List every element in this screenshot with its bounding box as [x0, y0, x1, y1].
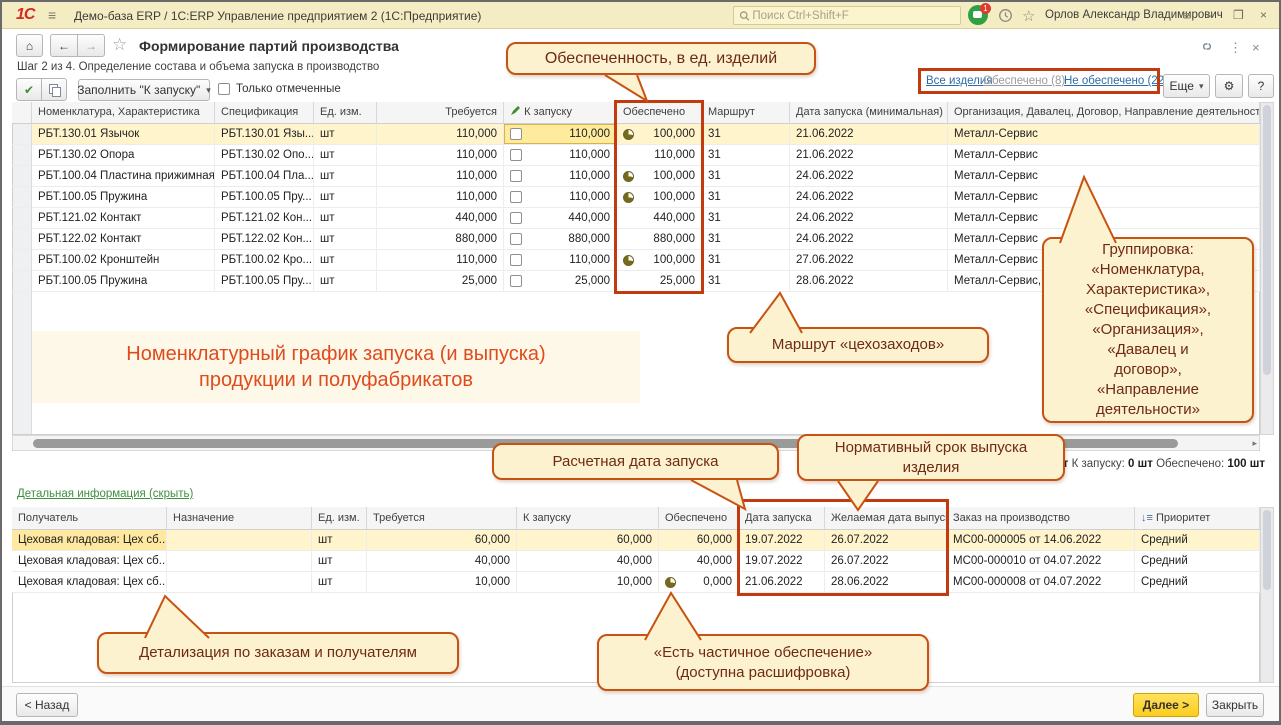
- back-button[interactable]: ←: [50, 34, 78, 57]
- more-button-label: Еще: [1170, 79, 1194, 93]
- launch-checkbox[interactable]: [510, 254, 522, 266]
- check-all-icon: ✔: [24, 83, 34, 97]
- detail-row[interactable]: Цеховая кладовая: Цех сб... шт 10,000 10…: [12, 572, 1260, 593]
- fill-launch-button[interactable]: Заполнить "К запуску" ▾: [78, 79, 210, 101]
- detail-row[interactable]: Цеховая кладовая: Цех сб... шт 60,000 60…: [12, 530, 1260, 551]
- more-button[interactable]: Еще ▾: [1163, 74, 1210, 98]
- 1c-logo-icon: 1С: [16, 6, 34, 24]
- wizard-step-label: Шаг 2 из 4. Определение состава и объема…: [17, 61, 379, 73]
- fill-launch-label: Заполнить "К запуску": [77, 83, 200, 97]
- dropdown-arrow-icon: ▾: [206, 85, 211, 96]
- get-link-icon[interactable]: [1200, 40, 1214, 54]
- launch-checkbox[interactable]: [510, 233, 522, 245]
- favorite-toggle-icon[interactable]: ☆: [112, 35, 127, 55]
- gear-icon: ⚙: [1224, 79, 1235, 93]
- more-actions-kebab-icon[interactable]: ⋮: [1229, 40, 1242, 56]
- page-title: Формирование партий производства: [139, 38, 399, 54]
- application-window: 1С ≡ Демо-база ERP / 1С:ERP Управление п…: [0, 0, 1281, 725]
- vertical-scrollbar-thumb[interactable]: [1263, 105, 1271, 375]
- detail-scrollbar-thumb[interactable]: [1263, 510, 1271, 590]
- col-required[interactable]: Требуется: [367, 507, 517, 530]
- sort-descending-icon: ↓≡: [1141, 512, 1153, 524]
- home-icon: ⌂: [26, 39, 33, 53]
- search-icon: [739, 10, 750, 22]
- callout-provision: Обеспеченность, в ед. изделий: [506, 42, 816, 75]
- check-all-button[interactable]: ✔: [16, 78, 42, 101]
- callout-detail-note: Детализация по заказам и получателям: [97, 632, 459, 674]
- launch-checkbox[interactable]: [510, 128, 522, 140]
- notification-badge: 1: [980, 3, 991, 14]
- annotation-box-provided-column: [614, 100, 704, 294]
- detail-row[interactable]: Цеховая кладовая: Цех сб... шт 40,000 40…: [12, 551, 1260, 572]
- home-button[interactable]: ⌂: [16, 34, 43, 57]
- help-label: ?: [1258, 79, 1265, 93]
- back-step-button[interactable]: < Назад: [16, 693, 78, 717]
- history-icon[interactable]: [998, 8, 1013, 23]
- back-arrow-icon: ←: [58, 39, 70, 53]
- annotation-box-filters: [918, 68, 1160, 94]
- forward-button[interactable]: →: [77, 34, 105, 57]
- settings-button[interactable]: ⚙: [1215, 74, 1243, 98]
- favorites-star-icon[interactable]: ☆: [1022, 7, 1035, 25]
- copy-icon: [49, 84, 59, 95]
- col-launch-date[interactable]: Дата запуска (минимальная): [790, 102, 948, 124]
- global-search[interactable]: [733, 6, 961, 25]
- callout-grouping: Группировка: «Номенклатура, Характеристи…: [1042, 237, 1254, 423]
- col-launch[interactable]: К запуску: [517, 507, 659, 530]
- col-purpose[interactable]: Назначение: [167, 507, 312, 530]
- launch-checkbox[interactable]: [510, 275, 522, 287]
- current-user[interactable]: Орлов Александр Владимирович: [1045, 9, 1223, 21]
- col-receiver[interactable]: Получатель: [12, 507, 167, 530]
- callout-launch-date: Расчетная дата запуска: [492, 443, 779, 480]
- help-button[interactable]: ?: [1248, 74, 1274, 98]
- callout-partial-provision: «Есть частичное обеспечение» (доступна р…: [597, 634, 929, 691]
- next-step-button[interactable]: Далее >: [1133, 693, 1199, 717]
- close-button[interactable]: Закрыть: [1206, 693, 1264, 717]
- forward-arrow-icon: →: [85, 39, 97, 53]
- col-required[interactable]: Требуется: [377, 102, 504, 124]
- callout-route: Маршрут «цехозаходов»: [727, 327, 989, 363]
- title-bar: 1С ≡ Демо-база ERP / 1С:ERP Управление п…: [2, 2, 1279, 29]
- partial-provision-icon[interactable]: [665, 577, 676, 588]
- detail-info-toggle-link[interactable]: Детальная информация (скрыть): [17, 488, 193, 500]
- annotation-box-dates-columns: [737, 499, 949, 596]
- col-priority[interactable]: ↓≡ Приоритет: [1135, 507, 1260, 530]
- detail-table: Получатель Назначение Ед. изм. Требуется…: [12, 507, 1260, 593]
- only-marked-checkbox[interactable]: [218, 83, 230, 95]
- launch-checkbox[interactable]: [510, 170, 522, 182]
- col-spec[interactable]: Спецификация: [215, 102, 314, 124]
- main-menu-icon[interactable]: ≡: [48, 7, 56, 23]
- detail-vertical-scrollbar[interactable]: [1260, 507, 1274, 683]
- col-unit[interactable]: Ед. изм.: [314, 102, 377, 124]
- maximize-icon[interactable]: ❒: [1233, 8, 1244, 22]
- col-org[interactable]: Организация, Давалец, Договор, Направлен…: [948, 102, 1260, 124]
- launch-checkbox[interactable]: [510, 191, 522, 203]
- wizard-footer: < Назад Далее > Закрыть: [2, 686, 1279, 721]
- scroll-right-arrow-icon[interactable]: ▸: [1252, 438, 1257, 449]
- minimize-icon[interactable]: –: [1207, 8, 1214, 22]
- dropdown-arrow-icon: ▾: [1199, 81, 1204, 92]
- only-marked-label: Только отмеченные: [236, 83, 341, 95]
- service-menu-icon[interactable]: ≡: [1183, 8, 1191, 23]
- col-order[interactable]: Заказ на производство: [947, 507, 1135, 530]
- launch-checkbox[interactable]: [510, 212, 522, 224]
- form-close-icon[interactable]: ×: [1252, 40, 1260, 55]
- col-unit[interactable]: Ед. изм.: [312, 507, 367, 530]
- col-nomenclature[interactable]: Номенклатура, Характеристика: [32, 102, 215, 124]
- window-close-icon[interactable]: ×: [1260, 8, 1267, 22]
- detail-table-header: Получатель Назначение Ед. изм. Требуется…: [12, 507, 1260, 530]
- launch-checkbox[interactable]: [510, 149, 522, 161]
- col-route[interactable]: Маршрут: [702, 102, 790, 124]
- window-title: Демо-база ERP / 1С:ERP Управление предпр…: [74, 9, 481, 23]
- callout-release-date: Нормативный срок выпуска изделия: [797, 434, 1065, 481]
- col-launch[interactable]: К запуску: [504, 102, 617, 124]
- vertical-scrollbar[interactable]: [1260, 102, 1274, 435]
- copy-settings-button[interactable]: [41, 78, 67, 101]
- annotation-banner: Номенклатурный график запуска (и выпуска…: [32, 331, 640, 403]
- edit-pencil-icon: [510, 105, 521, 116]
- search-input[interactable]: [750, 9, 955, 23]
